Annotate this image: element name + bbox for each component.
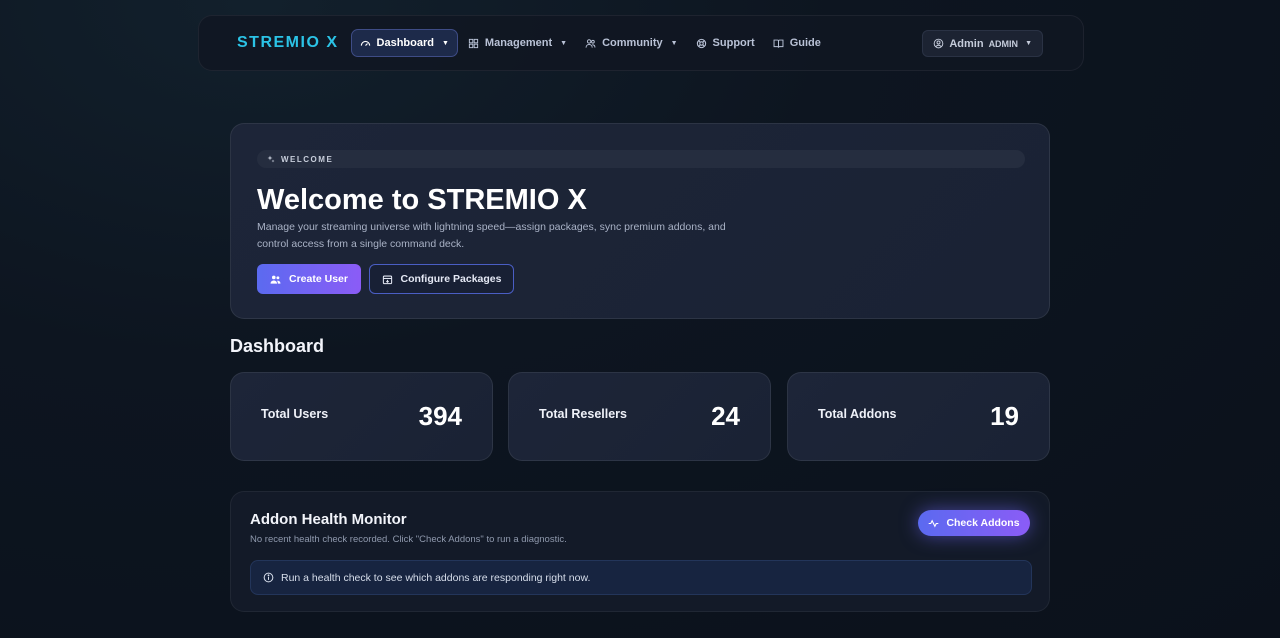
users-icon	[270, 275, 281, 284]
welcome-hero-card: WELCOME Welcome to STREMIO X Manage your…	[230, 123, 1050, 319]
nav-support[interactable]: Support	[688, 29, 763, 57]
welcome-badge-text: WELCOME	[281, 154, 334, 164]
stat-label: Total Addons	[818, 407, 897, 421]
user-menu-button[interactable]: Admin ADMIN ▼	[922, 30, 1043, 57]
configure-packages-label: Configure Packages	[400, 273, 502, 285]
stat-card-total-users: Total Users 394	[230, 372, 493, 461]
configure-packages-button[interactable]: Configure Packages	[369, 264, 514, 294]
user-role-badge: ADMIN	[988, 38, 1019, 49]
create-user-label: Create User	[289, 273, 348, 285]
nav-guide-label: Guide	[789, 37, 821, 49]
gauge-icon	[360, 40, 370, 46]
stat-value: 394	[418, 401, 462, 431]
stat-card-total-addons: Total Addons 19	[787, 372, 1050, 461]
nav-community[interactable]: Community ▼	[577, 29, 685, 57]
stat-value: 19	[990, 401, 1019, 431]
book-icon	[773, 39, 784, 48]
nav-dashboard-label: Dashboard	[376, 37, 434, 49]
page-title: Welcome to STREMIO X	[257, 184, 587, 216]
info-alert-text: Run a health check to see which addons a…	[281, 571, 591, 584]
stat-value: 24	[711, 401, 740, 431]
lifebuoy-icon	[696, 38, 706, 48]
welcome-badge: WELCOME	[257, 150, 1025, 168]
package-icon	[382, 275, 392, 284]
health-check-info-alert: Run a health check to see which addons a…	[250, 560, 1032, 595]
brand-logo[interactable]: STREMIO X	[237, 34, 339, 52]
user-name: Admin	[949, 37, 984, 50]
create-user-button[interactable]: Create User	[257, 264, 361, 294]
monitor-subtitle: No recent health check recorded. Click "…	[250, 534, 567, 545]
chevron-down-icon: ▼	[441, 39, 449, 47]
hero-description: Manage your streaming universe with ligh…	[257, 221, 726, 250]
check-addons-label: Check Addons	[946, 517, 1020, 529]
dashboard-heading: Dashboard	[230, 336, 325, 356]
top-navbar: STREMIO X Dashboard ▼ Management ▼ Commu…	[198, 15, 1084, 71]
chevron-down-icon: ▼	[560, 39, 568, 47]
nav-dashboard[interactable]: Dashboard ▼	[350, 29, 458, 57]
addon-health-monitor-panel: Addon Health Monitor No recent health ch…	[230, 491, 1050, 612]
nav-support-label: Support	[712, 37, 755, 49]
nav-management-label: Management	[484, 37, 553, 49]
stat-label: Total Users	[261, 407, 329, 421]
chevron-down-icon: ▼	[1025, 40, 1032, 47]
check-addons-button[interactable]: Check Addons	[918, 510, 1030, 536]
info-icon	[263, 572, 274, 583]
chevron-down-icon: ▼	[670, 39, 678, 47]
user-circle-icon	[934, 38, 944, 49]
nav-community-label: Community	[602, 37, 663, 49]
stat-label: Total Resellers	[539, 407, 628, 421]
stat-card-total-resellers: Total Resellers 24	[508, 372, 771, 461]
nav-guide[interactable]: Guide	[765, 29, 829, 57]
grid-icon	[468, 38, 479, 48]
nav-management[interactable]: Management ▼	[460, 29, 575, 57]
activity-icon	[929, 519, 939, 527]
users-icon	[585, 38, 596, 48]
sparkle-icon	[267, 155, 275, 163]
monitor-title: Addon Health Monitor	[250, 511, 407, 528]
